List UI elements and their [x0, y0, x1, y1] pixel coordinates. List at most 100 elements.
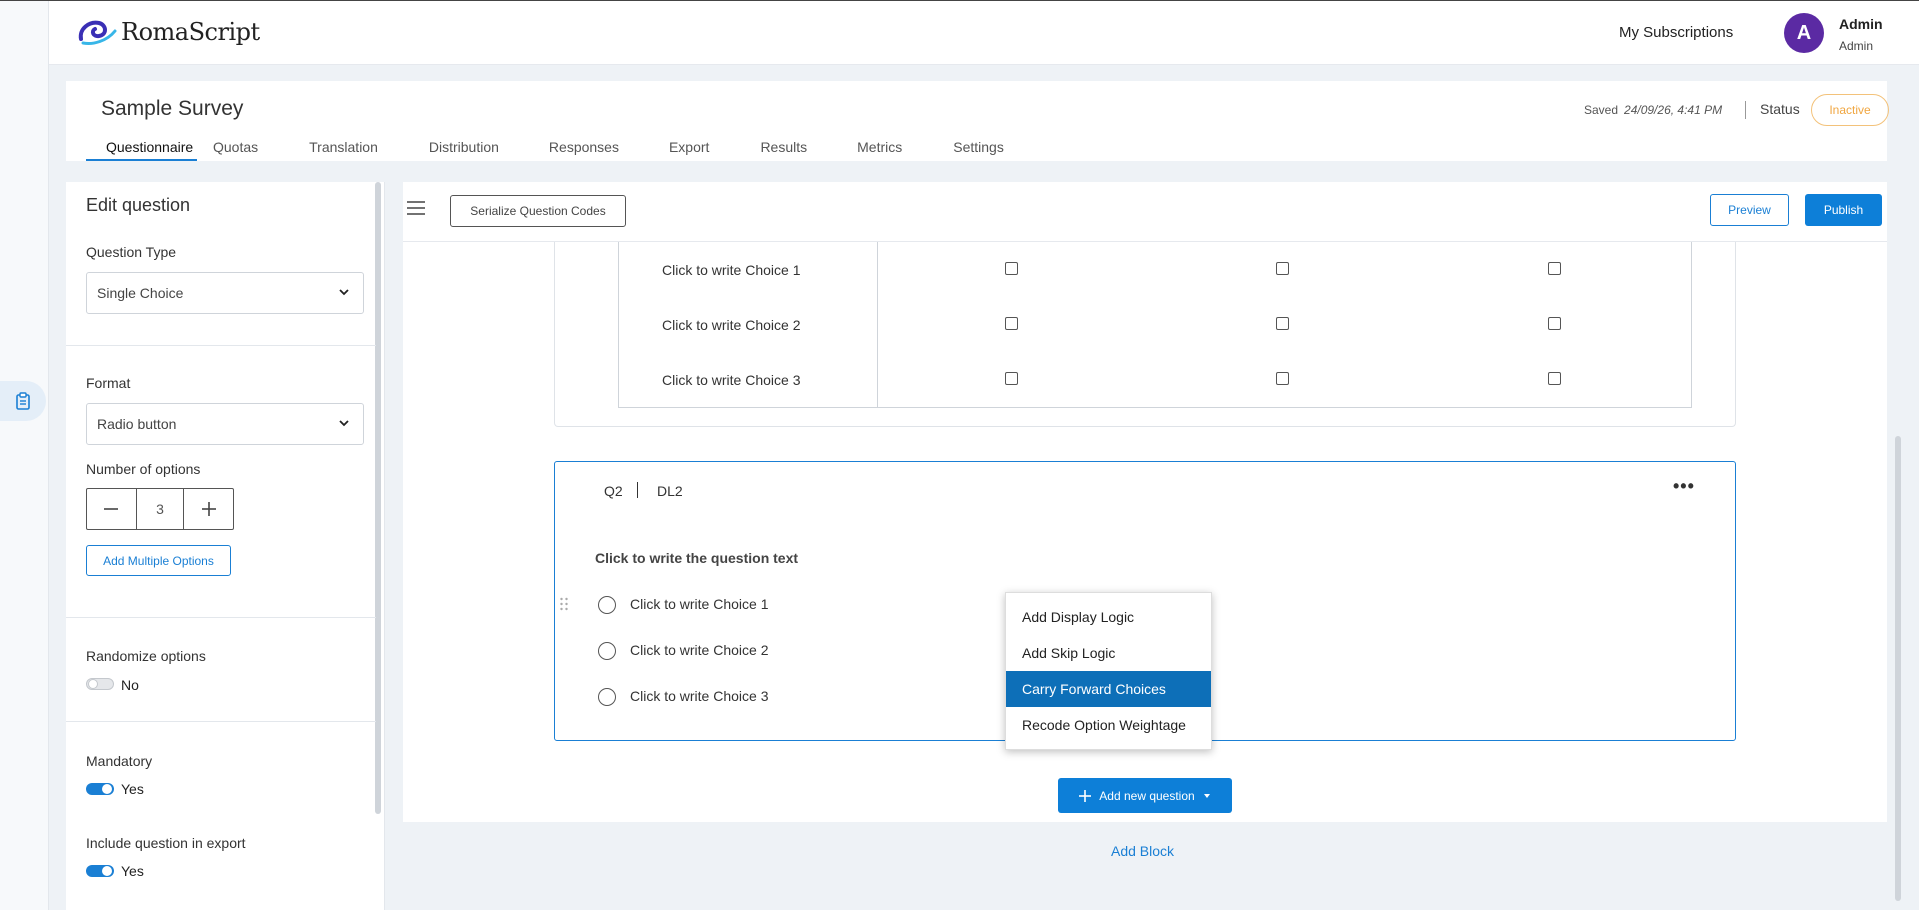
radio-option[interactable]: [598, 642, 616, 660]
option-label[interactable]: Click to write Choice 2: [630, 642, 769, 658]
tab-results[interactable]: Results: [760, 133, 807, 161]
matrix-row-label[interactable]: Click to write Choice 1: [662, 262, 801, 278]
add-new-question-button[interactable]: Add new question: [1058, 778, 1232, 813]
tab-metrics[interactable]: Metrics: [857, 133, 902, 161]
add-block-link[interactable]: Add Block: [1111, 843, 1174, 859]
question-id: Q2: [604, 483, 623, 499]
randomize-toggle[interactable]: [86, 678, 114, 690]
format-select[interactable]: Radio button: [86, 403, 364, 445]
panel-divider: [66, 345, 376, 346]
question-type-select[interactable]: Single Choice: [86, 272, 364, 314]
matrix-checkbox[interactable]: [1005, 262, 1018, 275]
more-options-icon[interactable]: •••: [1673, 476, 1695, 497]
my-subscriptions-link[interactable]: My Subscriptions: [1619, 24, 1733, 41]
include-export-value: Yes: [121, 863, 144, 879]
radio-option[interactable]: [598, 688, 616, 706]
panel-divider: [66, 617, 376, 618]
menu-item-carry-forward-choices[interactable]: Carry Forward Choices: [1006, 671, 1211, 707]
header-divider: [1745, 101, 1746, 119]
matrix-checkbox[interactable]: [1276, 372, 1289, 385]
question-type-label: Question Type: [86, 244, 177, 260]
question-code[interactable]: DL2: [657, 483, 683, 499]
toggle-knob: [102, 784, 112, 794]
brand-name: RomaScript: [121, 18, 260, 46]
top-header: RomaScript My Subscriptions A Admin Admi…: [49, 1, 1919, 65]
matrix-checkbox[interactable]: [1548, 317, 1561, 330]
question-id-separator: [637, 482, 638, 498]
menu-item-add-display-logic[interactable]: Add Display Logic: [1006, 599, 1211, 635]
chevron-down-icon: [339, 420, 349, 427]
option-label[interactable]: Click to write Choice 3: [630, 688, 769, 704]
increment-button[interactable]: [184, 489, 233, 529]
tab-questionnaire[interactable]: Questionnaire: [86, 133, 197, 161]
canvas-scrollbar[interactable]: [1895, 436, 1901, 901]
logo-icon: [78, 20, 117, 45]
tab-quotas[interactable]: Quotas: [213, 133, 258, 161]
hamburger-menu-icon[interactable]: [407, 200, 425, 216]
plus-icon: [1079, 789, 1092, 802]
option-label[interactable]: Click to write Choice 1: [630, 596, 769, 612]
drag-handle-icon[interactable]: [559, 596, 569, 612]
decrement-button[interactable]: [87, 489, 136, 529]
question-text[interactable]: Click to write the question text: [595, 550, 798, 566]
question-context-menu: Add Display Logic Add Skip Logic Carry F…: [1005, 592, 1212, 750]
panel-scrollbar[interactable]: [375, 182, 381, 814]
edit-question-panel: Edit question Question Type Single Choic…: [66, 182, 385, 910]
toggle-knob: [102, 866, 112, 876]
tab-settings[interactable]: Settings: [953, 133, 1004, 161]
survey-title: Sample Survey: [101, 97, 244, 120]
status-badge[interactable]: Inactive: [1811, 94, 1889, 126]
avatar[interactable]: A: [1784, 13, 1824, 53]
matrix-table: Click to write Choice 1 Click to write C…: [618, 242, 1692, 408]
add-multiple-options-button[interactable]: Add Multiple Options: [86, 545, 231, 576]
brand-logo[interactable]: RomaScript: [77, 17, 260, 47]
num-options-value[interactable]: 3: [135, 489, 185, 529]
left-rail: [0, 1, 49, 910]
matrix-checkbox[interactable]: [1276, 317, 1289, 330]
plus-icon: [201, 502, 216, 516]
toggle-knob: [88, 679, 98, 689]
matrix-row-label[interactable]: Click to write Choice 2: [662, 317, 801, 333]
serialize-question-codes-button[interactable]: Serialize Question Codes: [450, 195, 626, 227]
tab-distribution[interactable]: Distribution: [429, 133, 499, 161]
edit-question-title: Edit question: [86, 195, 191, 215]
tab-export[interactable]: Export: [669, 133, 709, 161]
rail-item-questionnaire[interactable]: [0, 381, 46, 421]
format-label: Format: [86, 375, 131, 391]
include-export-toggle[interactable]: [86, 865, 114, 877]
add-question-label: Add new question: [1099, 788, 1195, 803]
menu-item-add-skip-logic[interactable]: Add Skip Logic: [1006, 635, 1211, 671]
num-options-label: Number of options: [86, 461, 201, 477]
matrix-column-divider: [877, 242, 878, 407]
clipboard-icon: [16, 392, 30, 410]
minus-icon: [104, 508, 119, 510]
publish-button[interactable]: Publish: [1805, 194, 1882, 226]
radio-option[interactable]: [598, 596, 616, 614]
menu-item-recode-option-weightage[interactable]: Recode Option Weightage: [1006, 707, 1211, 743]
mandatory-label: Mandatory: [86, 753, 153, 769]
matrix-checkbox[interactable]: [1005, 317, 1018, 330]
saved-indicator: Saved 24/09/26, 4:41 PM: [1584, 103, 1722, 117]
include-export-label: Include question in export: [86, 835, 246, 851]
matrix-checkbox[interactable]: [1276, 262, 1289, 275]
tab-responses[interactable]: Responses: [549, 133, 619, 161]
mandatory-toggle[interactable]: [86, 783, 114, 795]
format-value: Radio button: [97, 416, 177, 432]
tab-label: Questionnaire: [106, 139, 194, 155]
builder-toolbar: Serialize Question Codes Preview Publish: [403, 182, 1887, 242]
caret-down-icon: [1203, 793, 1210, 798]
saved-time: 24/09/26, 4:41 PM: [1624, 103, 1723, 117]
status-label: Status: [1760, 101, 1800, 117]
matrix-row-label[interactable]: Click to write Choice 3: [662, 372, 801, 388]
matrix-checkbox[interactable]: [1005, 372, 1018, 385]
randomize-value: No: [121, 677, 139, 693]
preview-button[interactable]: Preview: [1710, 194, 1789, 226]
survey-tabs: Questionnaire Quotas Translation Distrib…: [66, 133, 1004, 161]
question-type-value: Single Choice: [97, 285, 184, 301]
matrix-checkbox[interactable]: [1548, 372, 1561, 385]
mandatory-value: Yes: [121, 781, 144, 797]
saved-label: Saved: [1584, 103, 1619, 117]
matrix-checkbox[interactable]: [1548, 262, 1561, 275]
tab-translation[interactable]: Translation: [309, 133, 378, 161]
user-name: Admin: [1839, 16, 1883, 32]
